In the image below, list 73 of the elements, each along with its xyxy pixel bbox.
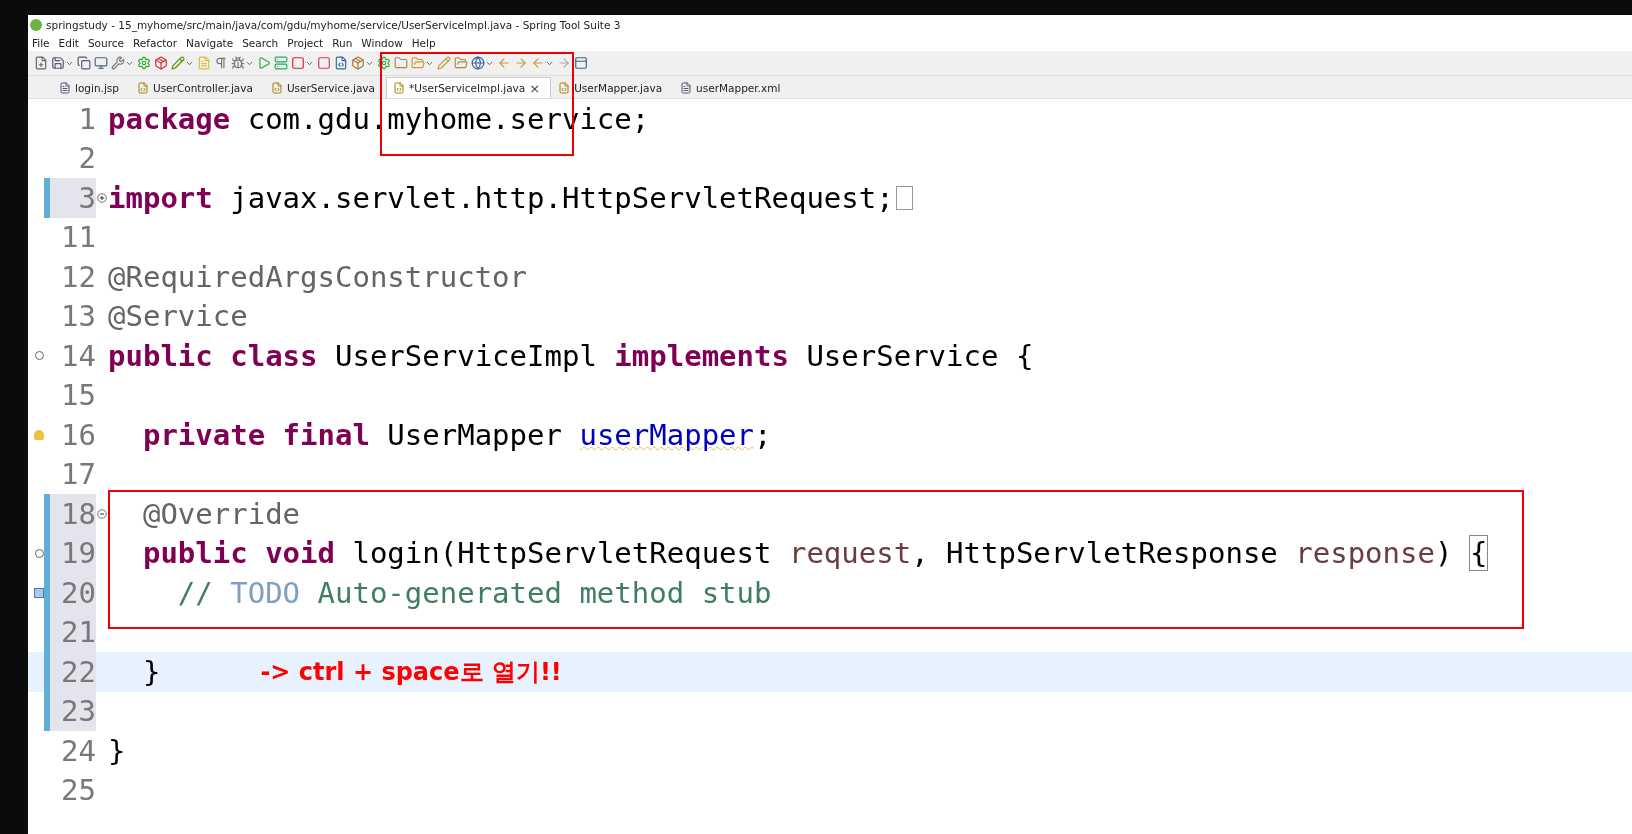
line-number: 20 bbox=[50, 573, 96, 613]
annotation-note: -> ctrl + space로 열기!! bbox=[260, 656, 562, 688]
line-number: 18 bbox=[50, 494, 96, 534]
java-file-icon bbox=[136, 82, 149, 94]
tab-label: UserService.java bbox=[286, 82, 375, 94]
line-number: 23 bbox=[50, 691, 96, 731]
code-line: } bbox=[108, 733, 126, 768]
file-icon bbox=[59, 82, 71, 94]
collapse-fold-icon[interactable] bbox=[97, 508, 107, 519]
tab-label: UserController.java bbox=[152, 82, 253, 94]
code-line: public void login(HttpServletRequest request, HttpServletResponse response) { bbox=[141, 536, 1488, 571]
editor-tab[interactable]: login.jsp bbox=[52, 77, 130, 98]
toolbar-icon[interactable] bbox=[471, 56, 485, 70]
toolbar-icon[interactable] bbox=[291, 56, 305, 70]
tab-label: login.jsp bbox=[75, 82, 119, 94]
toolbar-icon[interactable] bbox=[377, 56, 391, 70]
code-line: } bbox=[141, 654, 161, 689]
line-number: 21 bbox=[50, 612, 96, 652]
java-file-icon bbox=[270, 82, 283, 94]
line-number: 3 bbox=[50, 178, 96, 218]
code-line: import javax.servlet.http.HttpServletRequest; bbox=[108, 180, 894, 215]
menu-item[interactable]: Project bbox=[287, 37, 329, 49]
toolbar-icon[interactable] bbox=[394, 56, 408, 70]
tab-label: *UserServiceImpl.java bbox=[409, 82, 526, 94]
app-logo-icon bbox=[30, 19, 42, 31]
toolbar-icon[interactable] bbox=[34, 56, 48, 70]
toolbar-icon[interactable] bbox=[454, 56, 468, 70]
window-title: springstudy - 15_myhome/src/main/java/com/gdu/myhome/service/UserServiceImpl.java - Spring Tool Suite 3 bbox=[46, 19, 621, 31]
editor-tab[interactable]: UserController.java bbox=[129, 77, 264, 98]
toolbar-icon[interactable] bbox=[111, 56, 125, 70]
tab-label: userMapper.xml bbox=[696, 82, 781, 94]
expand-fold-icon[interactable] bbox=[97, 192, 107, 203]
toolbar-icon[interactable] bbox=[351, 56, 365, 70]
menu-item[interactable]: File bbox=[32, 37, 55, 49]
line-number: 22 bbox=[50, 652, 96, 692]
menu-item[interactable]: Source bbox=[87, 37, 129, 49]
task-marker-icon bbox=[34, 587, 44, 598]
toolbar-icon[interactable] bbox=[137, 56, 151, 70]
editor-tab[interactable]: *UserServiceImpl.java × bbox=[386, 77, 552, 98]
code-line: @RequiredArgsConstructor bbox=[108, 259, 528, 294]
menu-item[interactable]: Help bbox=[411, 37, 441, 49]
menu-item[interactable]: Run bbox=[332, 37, 358, 49]
editor-tab[interactable]: UserMapper.java bbox=[551, 77, 674, 98]
toolbar-icon[interactable] bbox=[171, 56, 185, 70]
java-file-icon bbox=[393, 82, 405, 94]
toolbar-icon[interactable] bbox=[231, 56, 245, 70]
close-icon[interactable]: × bbox=[529, 80, 541, 96]
xml-file-icon bbox=[680, 82, 693, 94]
tab-label: UserMapper.java bbox=[574, 82, 663, 94]
toolbar-icon[interactable] bbox=[94, 56, 108, 70]
code-line: @Override bbox=[141, 496, 301, 531]
editor-tab[interactable]: UserService.java bbox=[263, 77, 386, 98]
java-file-icon bbox=[558, 82, 571, 94]
code-line: // TODO Auto-generated method stub bbox=[176, 575, 772, 610]
menu-item[interactable]: Search bbox=[242, 37, 284, 49]
toolbar-icon[interactable] bbox=[154, 56, 168, 70]
toolbar-icon[interactable] bbox=[214, 56, 228, 70]
menu-item[interactable]: Edit bbox=[58, 37, 84, 49]
toolbar-icon[interactable] bbox=[334, 56, 348, 70]
code-line: private final UserMapper userMapper; bbox=[141, 417, 772, 452]
toolbar-icon[interactable] bbox=[274, 56, 288, 70]
toolbar-icon[interactable] bbox=[51, 56, 65, 70]
menu-item[interactable]: Refactor bbox=[133, 37, 183, 49]
toolbar-icon[interactable] bbox=[77, 56, 91, 70]
menu-item[interactable]: Navigate bbox=[186, 37, 239, 49]
menu-item[interactable]: Window bbox=[361, 37, 408, 49]
code-line: @Service bbox=[108, 299, 248, 334]
lightbulb-icon bbox=[34, 429, 44, 440]
code-line: public class UserServiceImpl implements UserService { bbox=[108, 338, 1034, 373]
line-number: 19 bbox=[50, 533, 96, 573]
toolbar-icon[interactable] bbox=[317, 56, 331, 70]
editor-tab[interactable]: userMapper.xml bbox=[673, 77, 792, 98]
toolbar-icon[interactable] bbox=[574, 56, 588, 70]
